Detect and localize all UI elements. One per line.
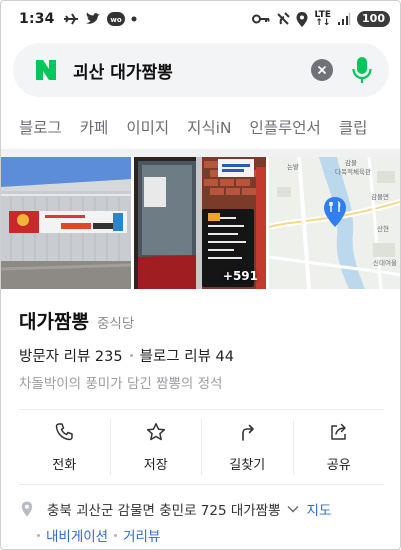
- map-link[interactable]: 지도: [307, 499, 332, 519]
- svg-text:논밭: 논밭: [287, 162, 299, 171]
- separator-dot: [129, 354, 133, 357]
- call-label: 전화: [52, 457, 77, 473]
- navigation-link[interactable]: 내비게이션: [46, 525, 108, 545]
- svg-text:신대여울: 신대여울: [373, 258, 397, 267]
- search-tabs: 블로그 카페 이미지 지식iN 인플루언서 클립: [1, 109, 400, 145]
- signal-icon: [337, 12, 351, 26]
- screen: 1:34 wo LTE ↑↓ 100 괴산 대가짬뽕 블로그 카페 이미지 지식…: [0, 0, 401, 550]
- visitor-reviews-label: 방문자 리뷰: [19, 349, 91, 365]
- svg-text:감물면: 감물면: [371, 192, 389, 201]
- tab-clip[interactable]: 클립: [339, 116, 368, 138]
- directions-label: 길찾기: [229, 457, 266, 473]
- wo-app-icon: wo: [106, 12, 125, 26]
- tab-blog[interactable]: 블로그: [19, 116, 62, 138]
- save-button[interactable]: 저장: [111, 419, 202, 475]
- review-summary: 방문자 리뷰 235 블로그 리뷰 44: [19, 345, 234, 366]
- key-icon: [252, 13, 270, 25]
- share-button[interactable]: 공유: [294, 419, 385, 475]
- search-bar[interactable]: 괴산 대가짬뽕: [13, 43, 389, 97]
- visitor-reviews-count: 235: [94, 349, 123, 365]
- separator-dot: [37, 533, 40, 537]
- lte-icon: LTE ↑↓: [314, 11, 331, 28]
- place-category: 중식당: [97, 316, 135, 332]
- photo-count-badge: +591: [222, 269, 259, 283]
- location-icon: [296, 11, 308, 27]
- status-bar: 1:34 wo LTE ↑↓ 100: [1, 1, 400, 37]
- address-section: 충북 괴산군 감물면 충민로 725 대가짬뽕 지도 내비게이션 거리뷰: [19, 499, 391, 545]
- notification-dot-icon: [131, 16, 137, 22]
- blog-reviews-link[interactable]: 블로그 리뷰 44: [140, 345, 234, 366]
- save-label: 저장: [143, 457, 168, 473]
- street-view-link[interactable]: 거리뷰: [123, 525, 160, 545]
- tab-knowledge-in[interactable]: 지식iN: [187, 116, 231, 138]
- chevron-down-icon[interactable]: [287, 505, 299, 513]
- directions-icon: [237, 422, 257, 446]
- blog-reviews-label: 블로그 리뷰: [139, 349, 211, 365]
- svg-text:감물: 감물: [345, 159, 357, 167]
- tab-image[interactable]: 이미지: [126, 116, 169, 138]
- svg-text:산현: 산현: [377, 224, 389, 233]
- naver-logo-icon[interactable]: [33, 57, 59, 83]
- tab-influencer[interactable]: 인플루언서: [250, 116, 321, 138]
- photo-strip: +591 감물 다목적체육관 감물면 논밭 산현 신대여울: [1, 157, 400, 289]
- action-bar: 전화 저장 길찾기 공유: [19, 409, 384, 485]
- star-icon: [146, 422, 166, 446]
- svg-text:wo: wo: [110, 16, 121, 24]
- close-icon: [317, 65, 327, 75]
- visitor-reviews-link[interactable]: 방문자 리뷰 235: [19, 345, 123, 366]
- address-text[interactable]: 충북 괴산군 감물면 충민로 725 대가짬뽕: [47, 499, 281, 519]
- blog-reviews-count: 44: [215, 349, 234, 365]
- separator-dot: [114, 533, 118, 537]
- lte-arrows: ↑↓: [315, 18, 331, 28]
- search-query[interactable]: 괴산 대가짬뽕: [73, 58, 173, 83]
- directions-button[interactable]: 길찾기: [202, 419, 294, 475]
- share-label: 공유: [326, 457, 351, 473]
- battery-badge: 100: [357, 11, 390, 27]
- section-divider: [1, 149, 400, 157]
- voice-search-button[interactable]: [349, 55, 375, 85]
- photo-storefront[interactable]: [1, 157, 132, 289]
- svg-text:다목적체육관: 다목적체육관: [335, 167, 371, 176]
- tab-cafe[interactable]: 카페: [80, 116, 109, 138]
- clear-search-button[interactable]: [311, 59, 333, 81]
- place-name[interactable]: 대가짬뽕: [19, 307, 89, 334]
- photo-entrance-menu[interactable]: +591: [134, 157, 267, 289]
- place-tagline: 차돌박이의 풍미가 담긴 짬뽕의 정석: [19, 376, 223, 392]
- wifi-calling-icon: [276, 12, 291, 26]
- share-icon: [329, 422, 349, 446]
- microphone-icon: [352, 57, 372, 83]
- twitter-icon: [85, 12, 101, 26]
- status-time: 1:34: [19, 11, 55, 27]
- map-pin-icon: [19, 501, 35, 517]
- phone-icon: [54, 422, 74, 446]
- photo-map-thumbnail[interactable]: 감물 다목적체육관 감물면 논밭 산현 신대여울: [269, 157, 400, 289]
- airplane-icon: [63, 12, 79, 26]
- call-button[interactable]: 전화: [19, 419, 111, 475]
